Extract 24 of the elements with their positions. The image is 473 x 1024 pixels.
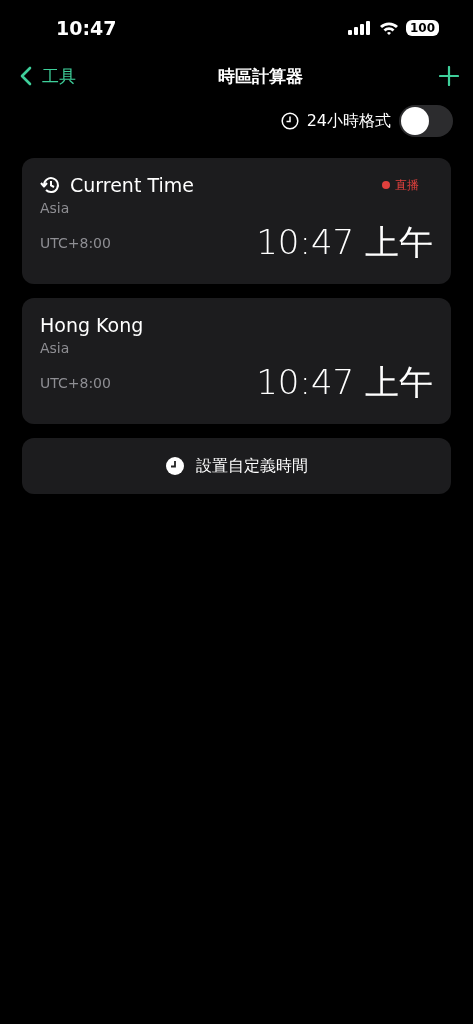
history-icon (40, 174, 62, 196)
signal-icon (347, 21, 372, 35)
live-label: 直播 (395, 176, 419, 194)
location-name: Current Time (70, 174, 194, 196)
status-time: 10:47 (56, 17, 117, 39)
clock-time: 10:47 上午 (256, 221, 433, 264)
region-label: Asia (40, 340, 71, 356)
utc-offset: UTC+8:00 (40, 235, 111, 251)
location-name: Hong Kong (40, 314, 144, 336)
live-dot-icon (382, 181, 390, 189)
clock-icon (280, 112, 299, 130)
clock-time: 10:47 上午 (256, 361, 433, 404)
add-icon[interactable] (439, 66, 459, 86)
custom-time-button[interactable]: 設置自定義時間 (22, 438, 451, 494)
format-label: 24小時格式 (306, 110, 391, 132)
utc-offset: UTC+8:00 (40, 375, 111, 391)
wifi-icon (378, 20, 399, 36)
format-toggle[interactable] (399, 105, 453, 137)
clock-icon (165, 457, 184, 475)
back-button[interactable]: 工具 (14, 63, 82, 89)
battery-indicator: 100 (405, 20, 439, 36)
back-chevron-icon (20, 66, 32, 86)
region-label: Asia (40, 200, 71, 216)
page-title: 時區計算器 (218, 64, 303, 88)
